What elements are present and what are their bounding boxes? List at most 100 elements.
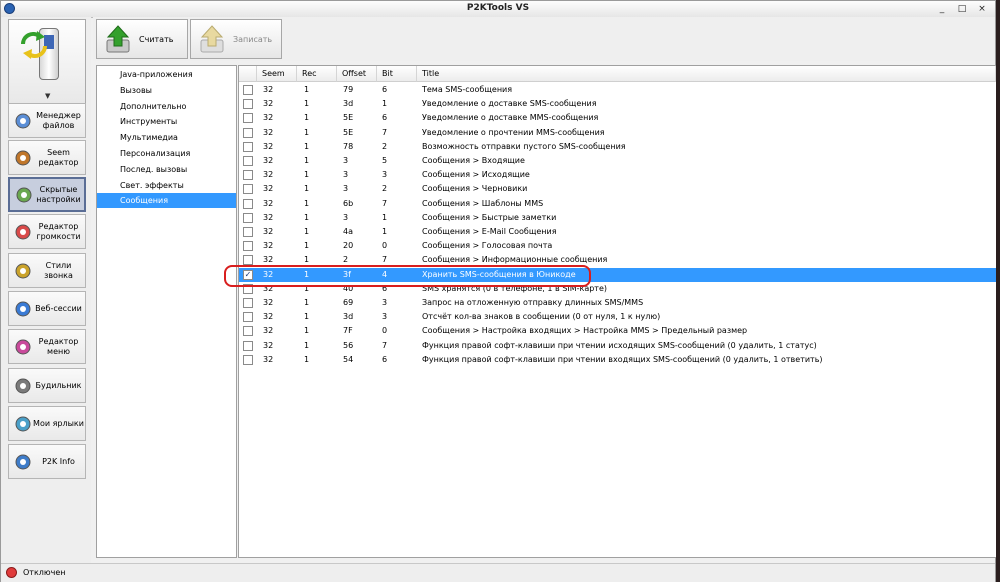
row-checkbox[interactable]	[243, 241, 253, 252]
cell-title: Сообщения > E-Mail Сообщения	[422, 227, 557, 236]
category-item[interactable]: Свет. эффекты	[97, 178, 236, 193]
table-row[interactable]: 32 1 6b 7 Сообщения > Шаблоны MMS	[239, 197, 996, 211]
write-button[interactable]: Записать	[190, 19, 282, 59]
cell-offset: 69	[343, 298, 354, 307]
table-row[interactable]: 32 1 78 2 Возможность отправки пустого SMS-с…	[239, 140, 996, 154]
row-checkbox[interactable]	[243, 255, 253, 266]
category-item[interactable]: Дополнительно	[97, 99, 236, 114]
category-item[interactable]: Java-приложения	[97, 67, 236, 82]
category-item[interactable]: Мультимедиа	[97, 130, 236, 145]
cell-rec: 1	[304, 99, 310, 109]
nav-item-4[interactable]: Стили звонка	[8, 253, 86, 288]
window-title: P2KTools VS	[466, 3, 530, 13]
table-row[interactable]: 32 1 3 1 Сообщения > Быстрые заметки	[239, 211, 996, 225]
row-checkbox[interactable]	[243, 184, 253, 195]
nav-item-5[interactable]: Веб-сессии	[8, 291, 86, 326]
cell-bit: 6	[382, 113, 388, 123]
app-window: P2KTools VS _ □ × ▼ Менеджер файлов Seem …	[0, 0, 997, 582]
row-checkbox[interactable]	[243, 156, 253, 166]
row-checkbox[interactable]	[243, 113, 253, 124]
row-checkbox[interactable]	[243, 326, 253, 337]
read-button[interactable]: Считать	[96, 19, 188, 59]
nav-item-label: Веб-сессии	[35, 303, 82, 313]
nav-item-6[interactable]: Редактор меню	[8, 329, 86, 364]
table-row[interactable]: 32 1 69 3 Запрос на отложенную отправку длин…	[239, 296, 996, 310]
close-button[interactable]: ×	[976, 4, 988, 14]
nav-item-3[interactable]: Редактор громкости	[8, 214, 86, 249]
table-row[interactable]: 32 1 3d 1 Уведомление о доставке SMS-сообщен…	[239, 97, 996, 111]
row-checkbox[interactable]	[243, 227, 253, 237]
nav-item-0[interactable]: Менеджер файлов	[8, 103, 86, 138]
cell-seem: 32	[263, 227, 274, 236]
table-row[interactable]: 32 1 7F 0 Сообщения > Настройка входящих > Н…	[239, 324, 996, 338]
column-header-seem[interactable]: Seem	[257, 66, 297, 82]
cell-title: Уведомление о доставке SMS-сообщения	[422, 99, 597, 109]
file-manager-icon	[14, 112, 32, 130]
table-row[interactable]: 32 1 54 6 Функция правой софт-клавиши при чт…	[239, 353, 996, 367]
cell-rec: 1	[304, 227, 310, 236]
refresh-arrows-icon	[21, 31, 47, 59]
cell-bit: 1	[382, 99, 388, 109]
cell-seem: 32	[263, 298, 274, 307]
table-row[interactable]: 32 1 5E 6 Уведомление о доставке MMS-сообщен…	[239, 111, 996, 125]
table-row[interactable]: 32 1 4a 1 Сообщения > E-Mail Сообщения	[239, 225, 996, 239]
ring-style-icon	[14, 262, 32, 280]
row-checkbox[interactable]	[243, 298, 253, 308]
column-header-bit[interactable]: Bit	[377, 66, 417, 82]
nav-item-1[interactable]: Seem редактор	[8, 140, 86, 175]
cell-bit: 0	[382, 241, 388, 251]
row-checkbox[interactable]	[243, 340, 253, 351]
cell-offset: 79	[343, 85, 354, 94]
row-checkbox[interactable]	[243, 312, 253, 323]
row-checkbox[interactable]	[243, 141, 253, 152]
write-button-label: Записать	[233, 35, 273, 44]
nav-item-7[interactable]: Будильник	[8, 368, 86, 403]
settings-table: Seem Rec Offset Bit Title 32 1 79 6 Тема SMS…	[238, 65, 997, 558]
cell-rec: 1	[304, 312, 310, 322]
chevron-down-icon: ▼	[45, 92, 51, 100]
minimize-button[interactable]: _	[936, 4, 948, 14]
row-checkbox[interactable]	[243, 212, 253, 223]
category-item[interactable]: Инструменты	[97, 114, 236, 129]
category-item[interactable]: Вызовы	[97, 83, 236, 98]
row-checkbox[interactable]	[243, 354, 253, 365]
nav-item-8[interactable]: Мои ярлыки	[8, 406, 86, 441]
column-header-rec[interactable]: Rec	[297, 66, 337, 82]
cell-seem: 32	[263, 212, 274, 222]
nav-item-9[interactable]: P2K Info	[8, 444, 86, 479]
nav-item-2[interactable]: Скрытые настройки	[8, 177, 86, 212]
phone-connect-button[interactable]: ▼	[8, 19, 86, 105]
row-checkbox[interactable]	[243, 127, 253, 138]
cell-offset: 3	[343, 184, 349, 194]
table-row[interactable]: 32 1 79 6 Тема SMS-сообщения	[239, 83, 996, 97]
table-row[interactable]: 32 1 3 3 Сообщения > Исходящие	[239, 168, 996, 182]
category-item[interactable]: Сообщения	[97, 193, 236, 209]
cell-rec: 1	[304, 198, 310, 208]
cell-seem: 32	[263, 326, 274, 336]
cell-rec: 1	[304, 170, 310, 180]
column-header-offset[interactable]: Offset	[337, 66, 377, 82]
cell-title: Сообщения > Исходящие	[422, 170, 530, 180]
table-row[interactable]: 32 1 3 2 Сообщения > Черновики	[239, 182, 996, 196]
table-row[interactable]: 32 1 3 5 Сообщения > Входящие	[239, 154, 996, 168]
title-bar: P2KTools VS _ □ ×	[1, 1, 995, 18]
cell-seem: 32	[263, 241, 274, 251]
category-item[interactable]: Послед. вызовы	[97, 162, 236, 177]
nav-item-label: Стили звонка	[44, 260, 73, 280]
cell-rec: 1	[304, 241, 310, 251]
maximize-button[interactable]: □	[956, 4, 968, 14]
nav-item-label: Будильник	[35, 380, 82, 390]
info-icon	[14, 453, 32, 471]
cell-seem: 32	[263, 354, 274, 364]
table-row[interactable]: 32 1 3d 3 Отсчёт кол-ва знаков в сообщении (…	[239, 310, 996, 324]
cell-rec: 1	[304, 354, 310, 364]
category-item[interactable]: Персонализация	[97, 146, 236, 161]
row-checkbox[interactable]	[243, 85, 253, 95]
row-checkbox[interactable]	[243, 170, 253, 181]
column-header-title[interactable]: Title	[417, 66, 996, 82]
table-row[interactable]: 32 1 20 0 Сообщения > Голосовая почта	[239, 239, 996, 253]
row-checkbox[interactable]	[243, 99, 253, 110]
row-checkbox[interactable]	[243, 198, 253, 209]
table-row[interactable]: 32 1 56 7 Функция правой софт-клавиши при чт…	[239, 339, 996, 353]
table-row[interactable]: 32 1 5E 7 Уведомление о прочтении MMS-сообще…	[239, 126, 996, 140]
